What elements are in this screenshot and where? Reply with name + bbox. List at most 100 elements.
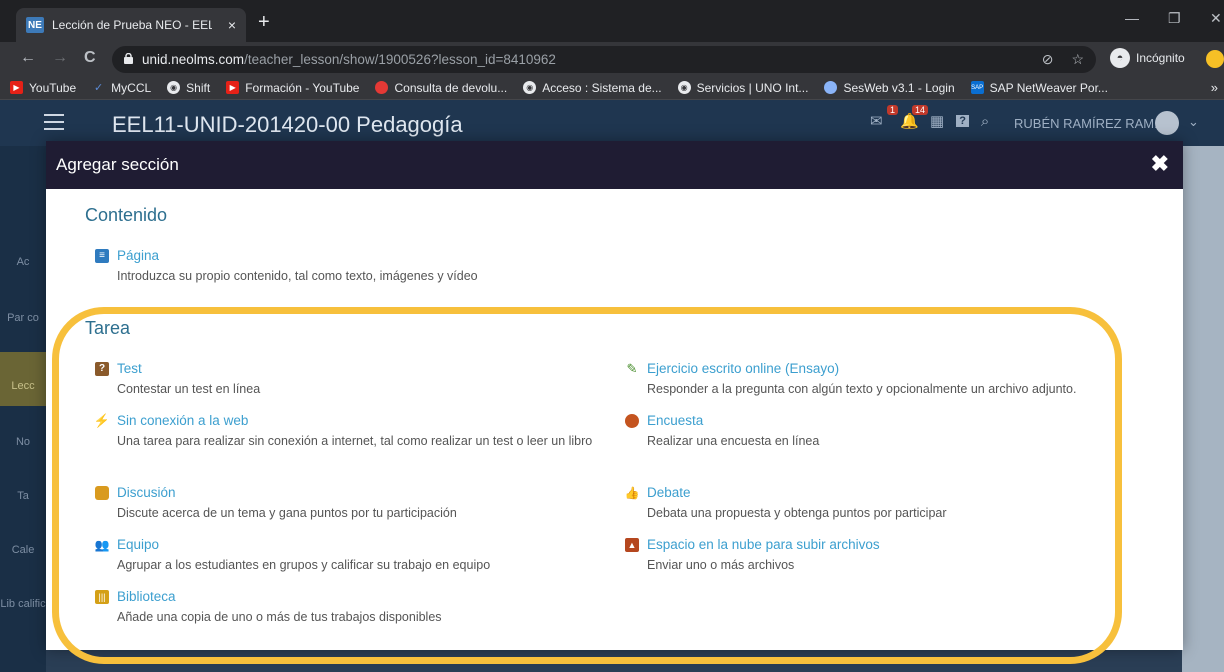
chevron-down-icon[interactable]: ⌄ — [1188, 114, 1199, 130]
option-biblioteca-link[interactable]: ||| Biblioteca — [95, 589, 595, 604]
globe-icon: ◉ — [677, 81, 691, 94]
section-title-contenido: Contenido — [85, 205, 168, 225]
browser-tab-bar: NE Lección de Prueba NEO - EEL11- × + — … — [0, 0, 1224, 42]
sidebar-item-participantes[interactable]: Par co — [0, 312, 46, 324]
globe-icon: ◉ — [167, 81, 181, 94]
incognito-label: Incógnito — [1136, 51, 1185, 65]
avatar[interactable] — [1155, 111, 1179, 135]
bookmarks-more-icon[interactable]: » — [1211, 80, 1218, 95]
option-sin-conexion-link[interactable]: ⚡ Sin conexión a la web — [93, 412, 595, 429]
option-pagina-link[interactable]: ≡ Página — [95, 248, 478, 263]
option-encuesta: Encuesta Realizar una encuesta en línea — [625, 413, 1145, 451]
test-icon: ? — [95, 361, 109, 376]
bookmark-sap[interactable]: SAP SAP NetWeaver Por... — [970, 81, 1108, 95]
thumbs-up-icon: 👍 — [624, 485, 640, 500]
option-nube-link[interactable]: ▲ Espacio en la nube para subir archivos — [625, 537, 1145, 552]
bookmark-sesweb[interactable]: SesWeb v3.1 - Login — [824, 81, 955, 95]
option-ensayo: ✎ Ejercicio escrito online (Ensayo) Resp… — [625, 361, 1145, 399]
sidebar-item-tareas[interactable]: Ta — [0, 490, 46, 502]
maximize-icon[interactable]: ❐ — [1168, 10, 1181, 27]
sidebar-item-libro-calificaciones[interactable]: Lib calific — [0, 598, 46, 610]
star-icon[interactable]: ☆ — [1071, 51, 1084, 68]
sidebar-item-noticias[interactable]: No — [0, 436, 46, 448]
eye-off-icon[interactable]: ⊘ — [1042, 51, 1054, 68]
bookmark-myccl[interactable]: ✓ MyCCL — [92, 81, 151, 95]
option-equipo: 👥 Equipo Agrupar a los estudiantes en gr… — [95, 537, 595, 575]
notifications-badge: 14 — [911, 105, 928, 115]
app-header: EEL11-UNID-201420-00 Pedagogía ✉ 1 🔔 14 ▦ … — [0, 100, 1224, 146]
user-name[interactable]: RUBÉN RAMÍREZ RAM... — [1014, 116, 1165, 131]
url-text: unid.neolms.com/teacher_lesson/show/1900… — [142, 52, 556, 67]
back-arrow-icon[interactable]: ← — [20, 49, 36, 67]
section-title-tarea: Tarea — [85, 318, 131, 338]
option-biblioteca: ||| Biblioteca Añade una copia de uno o … — [95, 589, 595, 627]
option-test: ? Test Contestar un test en línea — [95, 361, 595, 399]
library-icon: ||| — [95, 589, 109, 604]
option-description: Discute acerca de un tema y gana puntos … — [117, 506, 457, 520]
option-debate-link[interactable]: 👍 Debate — [625, 485, 1145, 500]
sidebar-item-lecciones[interactable]: Lecc — [0, 352, 46, 406]
youtube-icon: ▶ — [226, 81, 240, 94]
option-description: Enviar uno o más archivos — [647, 558, 795, 572]
option-description: Añade una copia de uno o más de tus trab… — [117, 610, 442, 624]
lock-icon — [124, 53, 133, 64]
sidebar-item-actividad[interactable]: Ac — [0, 256, 46, 268]
add-section-modal: Agregar sección ✖ Contenido ≡ Página Int… — [46, 141, 1183, 650]
globe-icon: ◉ — [523, 81, 537, 94]
calendar-icon[interactable]: ▦ — [930, 112, 944, 130]
option-equipo-link[interactable]: 👥 Equipo — [95, 537, 595, 552]
incognito-indicator[interactable]: ◓ Incógnito — [1110, 48, 1185, 68]
new-tab-button[interactable]: + — [258, 12, 270, 32]
option-description: Introduzca su propio contenido, tal como… — [117, 269, 478, 283]
option-ensayo-link[interactable]: ✎ Ejercicio escrito online (Ensayo) — [625, 360, 1145, 377]
incognito-icon: ◓ — [1110, 48, 1130, 68]
window-close-icon[interactable]: ✕ — [1210, 10, 1222, 27]
messages-badge: 1 — [886, 105, 898, 115]
option-sin-conexion: ⚡ Sin conexión a la web Una tarea para r… — [93, 412, 595, 451]
option-encuesta-link[interactable]: Encuesta — [625, 413, 1145, 428]
sap-icon: SAP — [970, 81, 984, 94]
browser-tab[interactable]: NE Lección de Prueba NEO - EEL11- × — [16, 8, 246, 42]
profile-icon[interactable] — [1206, 50, 1224, 68]
hamburger-menu-icon[interactable] — [44, 114, 64, 130]
minimize-icon[interactable]: — — [1125, 10, 1139, 26]
app-sidebar: Ac Par co Lecc No Ta Cale Lib calific — [0, 146, 46, 672]
reload-icon[interactable]: C — [84, 49, 96, 67]
pencil-icon: ✎ — [626, 360, 638, 376]
upload-icon: ▲ — [625, 537, 639, 552]
bookmark-acceso[interactable]: ◉ Acceso : Sistema de... — [523, 81, 662, 95]
myccl-icon: ✓ — [94, 82, 104, 94]
browser-toolbar: ← → C unid.neolms.com/teacher_lesson/sho… — [0, 42, 1224, 76]
pie-chart-icon — [625, 413, 639, 428]
option-discusion-link[interactable]: Discusión — [95, 485, 595, 500]
tab-close-icon[interactable]: × — [228, 17, 236, 33]
course-title: EEL11-UNID-201420-00 Pedagogía — [112, 112, 463, 137]
help-icon[interactable]: ? — [956, 115, 969, 127]
bookmarks-bar: ▶ YouTube ✓ MyCCL ◉ Shift ▶ Formación - YouT… — [0, 76, 1224, 100]
option-test-link[interactable]: ? Test — [95, 361, 595, 376]
bookmark-shift[interactable]: ◉ Shift — [167, 81, 210, 95]
close-icon[interactable]: ✖ — [1151, 151, 1169, 177]
sidebar-item-calendario[interactable]: Cale — [0, 544, 46, 556]
bookmark-consulta[interactable]: Consulta de devolu... — [375, 81, 507, 95]
sesweb-icon — [824, 81, 838, 94]
messages-icon[interactable]: ✉ 1 — [870, 105, 898, 130]
option-description: Agrupar a los estudiantes en grupos y ca… — [117, 558, 491, 572]
option-description: Debata una propuesta y obtenga puntos po… — [647, 506, 947, 520]
youtube-icon: ▶ — [10, 81, 23, 94]
bookmark-servicios[interactable]: ◉ Servicios | UNO Int... — [677, 81, 808, 95]
search-icon[interactable]: ⌕ — [981, 113, 989, 130]
bookmark-formacion-youtube[interactable]: ▶ Formación - YouTube — [226, 81, 359, 95]
option-debate: 👍 Debate Debata una propuesta y obtenga … — [625, 485, 1145, 523]
modal-title: Agregar sección — [56, 155, 179, 174]
option-pagina: ≡ Página Introduzca su propio contenido,… — [95, 248, 478, 286]
red-circle-icon — [375, 81, 389, 94]
notifications-icon[interactable]: 🔔 14 — [900, 105, 928, 130]
bookmark-youtube[interactable]: ▶ YouTube — [10, 81, 76, 95]
neo-favicon-icon: NE — [26, 17, 44, 33]
address-bar[interactable]: unid.neolms.com/teacher_lesson/show/1900… — [112, 46, 1096, 73]
forward-arrow-icon[interactable]: → — [52, 49, 68, 67]
offline-icon: ⚡ — [93, 412, 111, 428]
option-description: Realizar una encuesta en línea — [647, 434, 820, 448]
option-description: Responder a la pregunta con algún texto … — [647, 382, 1077, 396]
